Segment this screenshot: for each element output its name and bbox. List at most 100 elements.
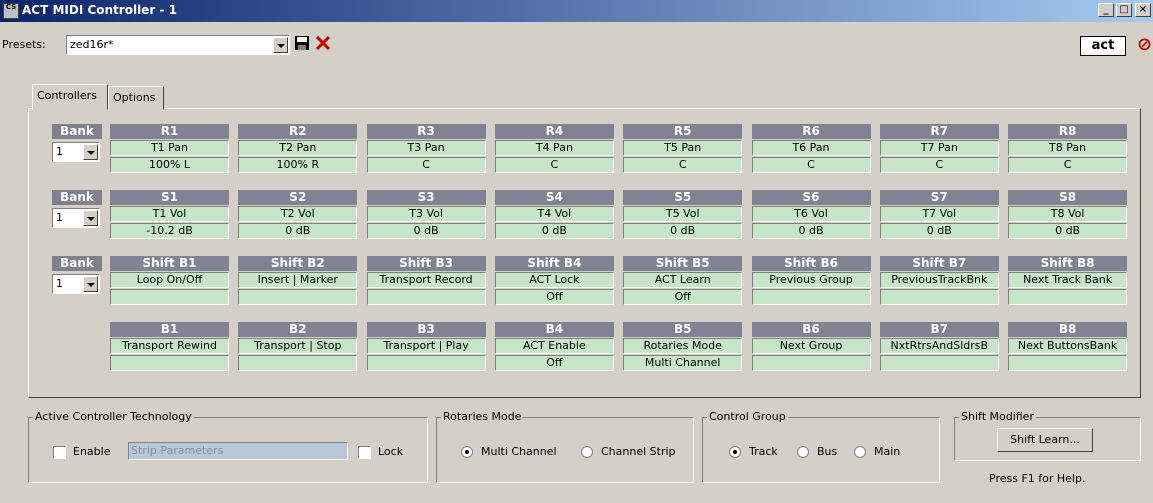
bank-value: 1: [56, 277, 63, 290]
controller-param[interactable]: Transport | Stop: [238, 338, 358, 354]
controller-param[interactable]: Next Group: [751, 338, 871, 354]
bank-combo[interactable]: 1: [52, 208, 100, 228]
controller-param[interactable]: Previous Group: [751, 272, 871, 288]
controller-value: Off: [494, 355, 614, 371]
chevron-down-icon[interactable]: [83, 276, 98, 292]
controller-param[interactable]: T4 Vol: [494, 206, 614, 222]
controller-param[interactable]: Transport Rewind: [110, 338, 229, 354]
controller-param[interactable]: NxtRtrsAndSldrsB: [879, 338, 999, 354]
controller-name: B8: [1008, 322, 1128, 337]
controller-param[interactable]: Transport Record: [366, 272, 486, 288]
controller-cell: R7 T7 Pan C: [879, 124, 999, 173]
controller-name: Shift B4: [494, 256, 614, 271]
controller-value: -10.2 dB: [110, 223, 229, 239]
controller-cell: B8 Next ButtonsBank: [1008, 322, 1128, 371]
control-group-title: Control Group: [707, 410, 788, 423]
bank-combo[interactable]: 1: [52, 142, 100, 162]
presets-value: zed16r*: [70, 38, 114, 51]
controller-param[interactable]: T8 Pan: [1008, 140, 1128, 156]
controller-param[interactable]: T6 Pan: [751, 140, 871, 156]
controller-param[interactable]: T6 Vol: [751, 206, 871, 222]
controller-name: B5: [623, 322, 743, 337]
controller-param[interactable]: Insert | Marker: [238, 272, 358, 288]
controller-param[interactable]: T2 Vol: [238, 206, 358, 222]
channel-strip-radio[interactable]: [581, 446, 593, 458]
controller-value: C: [623, 157, 743, 173]
shift-learn-button[interactable]: Shift Learn...: [997, 428, 1093, 452]
controller-param[interactable]: Loop On/Off: [110, 272, 229, 288]
controller-param[interactable]: T2 Pan: [238, 140, 358, 156]
controller-name: B7: [879, 322, 999, 337]
controller-cell: S1 T1 Vol -10.2 dB: [110, 190, 229, 239]
controller-name: B3: [366, 322, 486, 337]
chevron-down-icon[interactable]: [273, 37, 288, 53]
controller-cell: B6 Next Group: [751, 322, 871, 371]
controller-value: Off: [494, 289, 614, 305]
enable-label: Enable: [73, 445, 111, 458]
bank-combo[interactable]: 1: [52, 274, 100, 294]
controller-param[interactable]: Rotaries Mode: [623, 338, 743, 354]
controller-cell: Shift B2 Insert | Marker: [238, 256, 358, 305]
controller-name: Shift B2: [238, 256, 358, 271]
controller-cell: Shift B8 Next Track Bank: [1008, 256, 1128, 305]
controller-param[interactable]: ACT Enable: [494, 338, 614, 354]
cancel-icon[interactable]: ⊘: [1137, 34, 1152, 55]
controller-param[interactable]: T5 Pan: [623, 140, 743, 156]
controller-cell: S3 T3 Vol 0 dB: [366, 190, 486, 239]
main-radio[interactable]: [854, 446, 866, 458]
tab-controllers[interactable]: Controllers: [32, 84, 108, 110]
chevron-down-icon[interactable]: [83, 210, 98, 226]
lock-checkbox[interactable]: [358, 446, 371, 459]
presets-label: Presets:: [2, 38, 46, 51]
control-group: Control Group Track Bus Main: [702, 410, 940, 483]
controller-param[interactable]: T3 Vol: [366, 206, 486, 222]
controller-cell: B7 NxtRtrsAndSldrsB: [879, 322, 999, 371]
controller-name: R6: [751, 124, 871, 139]
controller-param[interactable]: T7 Vol: [879, 206, 999, 222]
strip-parameters-field[interactable]: Strip Parameters: [128, 442, 348, 460]
controller-cell: B2 Transport | Stop: [238, 322, 358, 371]
track-radio[interactable]: [729, 446, 741, 458]
controller-value: C: [751, 157, 871, 173]
multi-channel-radio[interactable]: [461, 446, 473, 458]
controller-name: R2: [238, 124, 358, 139]
controller-param[interactable]: T7 Pan: [879, 140, 999, 156]
help-text: Press F1 for Help.: [989, 472, 1086, 485]
controller-param[interactable]: T4 Pan: [494, 140, 614, 156]
controller-value: [110, 355, 229, 371]
controller-param[interactable]: Transport | Play: [366, 338, 486, 354]
delete-icon[interactable]: [313, 35, 333, 55]
controller-param[interactable]: T5 Vol: [623, 206, 743, 222]
controller-param[interactable]: ACT Learn: [623, 272, 743, 288]
save-icon[interactable]: [292, 35, 312, 55]
controller-cell: R5 T5 Pan C: [623, 124, 743, 173]
controller-name: R4: [494, 124, 614, 139]
act-logo-button[interactable]: act: [1080, 36, 1126, 56]
enable-checkbox[interactable]: [53, 446, 66, 459]
controller-cell: B5 Rotaries Mode Multi Channel: [623, 322, 743, 371]
tab-options[interactable]: Options: [108, 86, 164, 110]
controller-param[interactable]: T1 Pan: [110, 140, 229, 156]
controller-value: 0 dB: [751, 223, 871, 239]
lock-label: Lock: [378, 445, 404, 458]
controller-cell: S7 T7 Vol 0 dB: [879, 190, 999, 239]
controller-param[interactable]: T8 Vol: [1008, 206, 1128, 222]
controller-name: R8: [1008, 124, 1128, 139]
controller-param[interactable]: Next ButtonsBank: [1008, 338, 1128, 354]
bus-radio[interactable]: [797, 446, 809, 458]
controller-cell: S4 T4 Vol 0 dB: [494, 190, 614, 239]
presets-combo[interactable]: zed16r*: [66, 35, 290, 55]
close-button[interactable]: ×: [1135, 3, 1151, 17]
controller-param[interactable]: ACT Lock: [494, 272, 614, 288]
minimize-button[interactable]: _: [1098, 3, 1114, 17]
controller-param[interactable]: T1 Vol: [110, 206, 229, 222]
chevron-down-icon[interactable]: [83, 144, 98, 160]
controller-value: [1008, 289, 1128, 305]
controller-param[interactable]: PreviousTrackBnk: [879, 272, 999, 288]
act-group: Active Controller Technology Enable Stri…: [28, 410, 428, 483]
controller-param[interactable]: Next Track Bank: [1008, 272, 1128, 288]
controller-value: C: [366, 157, 486, 173]
controller-param[interactable]: T3 Pan: [366, 140, 486, 156]
maximize-button[interactable]: □: [1116, 3, 1132, 17]
controller-cell: R2 T2 Pan 100% R: [238, 124, 358, 173]
